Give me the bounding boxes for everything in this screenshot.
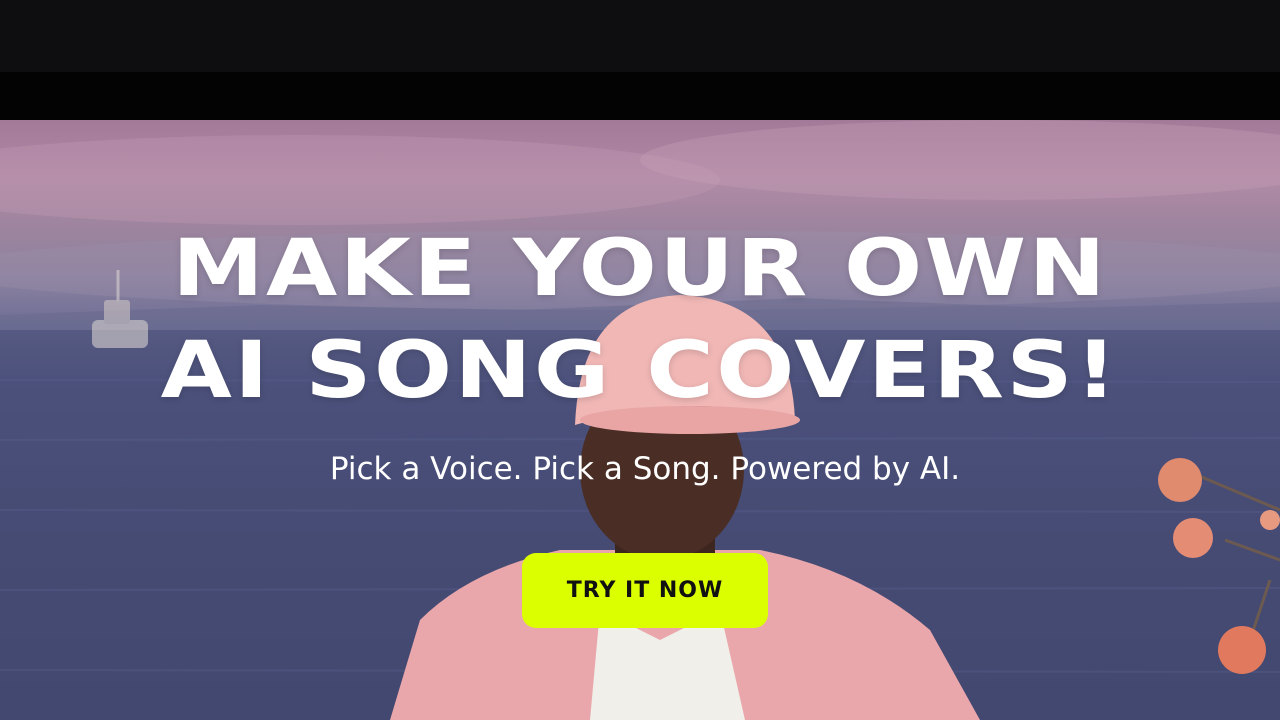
nav-strip bbox=[0, 72, 1280, 120]
hero-subtitle: Pick a Voice. Pick a Song. Powered by AI… bbox=[329, 451, 961, 487]
hero-section: MAKE YOUR OWN AI SONG COVERS! Pick a Voi… bbox=[0, 120, 1280, 720]
top-bar bbox=[0, 0, 1280, 72]
headline-line-2: AI SONG COVERS! bbox=[160, 326, 1120, 416]
headline-line-1: MAKE YOUR OWN bbox=[172, 224, 1108, 314]
hero-content: MAKE YOUR OWN AI SONG COVERS! Pick a Voi… bbox=[0, 120, 1280, 720]
try-it-now-button[interactable]: TRY IT NOW bbox=[522, 553, 768, 628]
